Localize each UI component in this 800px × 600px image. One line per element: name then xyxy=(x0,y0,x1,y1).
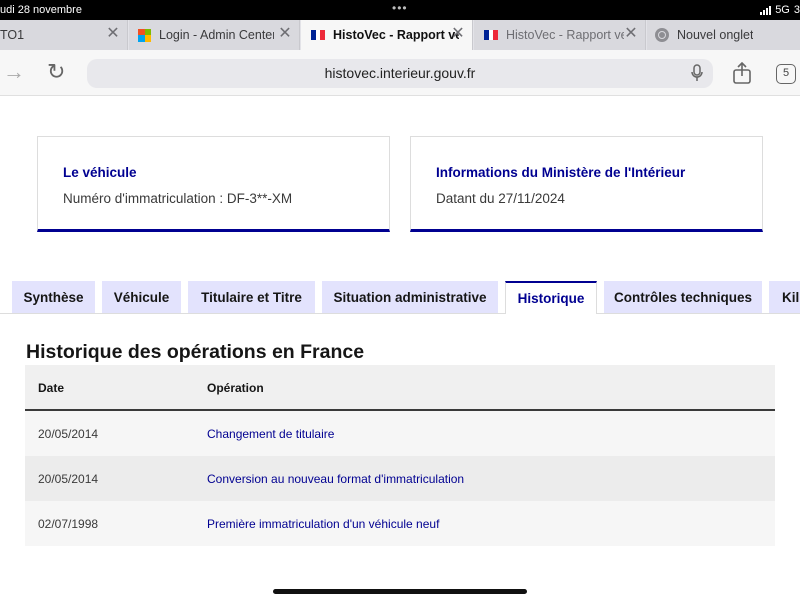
ministry-card: Informations du Ministère de l'Intérieur… xyxy=(410,136,763,232)
browser-tab-title: HistoVec - Rapport ve xyxy=(333,28,459,42)
close-tab-icon[interactable]: ✕ xyxy=(277,26,293,42)
row-date: 20/05/2014 xyxy=(38,427,99,441)
office-logo-icon xyxy=(138,28,151,42)
france-flag-icon xyxy=(311,30,326,40)
tab-vehicule[interactable]: Véhicule xyxy=(102,281,181,313)
close-tab-icon[interactable]: ✕ xyxy=(105,26,121,42)
page-content: Le véhicule Numéro d'immatriculation : D… xyxy=(0,96,800,600)
url-text: histovec.interieur.gouv.fr xyxy=(324,65,476,81)
column-header-date: Date xyxy=(38,381,65,395)
browser-toolbar: → ↻ histovec.interieur.gouv.fr 5 xyxy=(0,50,800,96)
tab-kilometrage[interactable]: Kil xyxy=(769,281,800,313)
france-flag-icon xyxy=(484,30,499,40)
tab-titulaire-titre[interactable]: Titulaire et Titre xyxy=(188,281,315,313)
status-bar: udi 28 novembre ••• 5G 3 xyxy=(0,0,800,20)
microphone-icon[interactable] xyxy=(691,64,703,87)
close-tab-icon[interactable]: ✕ xyxy=(623,26,639,42)
tab-controles-techniques[interactable]: Contrôles techniques xyxy=(604,281,762,313)
globe-icon xyxy=(655,28,669,42)
browser-tab-title: TO1 xyxy=(0,28,25,42)
share-icon[interactable] xyxy=(732,61,752,88)
browser-tab-active[interactable]: HistoVec - Rapport ve ✕ xyxy=(301,20,473,50)
home-indicator[interactable] xyxy=(273,589,527,594)
forward-arrow-icon[interactable]: → xyxy=(3,61,25,83)
multitasking-dots-icon[interactable]: ••• xyxy=(392,1,408,15)
column-header-operation: Opération xyxy=(207,381,264,395)
browser-tab-title: HistoVec - Rapport ve xyxy=(506,28,624,42)
address-bar[interactable]: histovec.interieur.gouv.fr xyxy=(87,59,713,88)
table-header: Date Opération xyxy=(25,365,775,411)
row-operation: Conversion au nouveau format d'immatricu… xyxy=(207,472,465,486)
row-operation: Première immatriculation d'un véhicule n… xyxy=(207,517,440,531)
battery-label: 3 xyxy=(793,4,800,16)
browser-tab-title: Login - Admin Center xyxy=(159,28,274,42)
browser-tab[interactable]: Nouvel onglet xyxy=(647,20,800,50)
close-tab-icon[interactable]: ✕ xyxy=(450,26,466,42)
browser-tab[interactable]: Login - Admin Center ✕ xyxy=(129,20,300,50)
table-row: 02/07/1998 Première immatriculation d'un… xyxy=(25,501,775,546)
tab-historique[interactable]: Historique xyxy=(505,281,597,314)
browser-tab-title: Nouvel onglet xyxy=(677,28,754,42)
tab-situation-administrative[interactable]: Situation administrative xyxy=(322,281,498,313)
registration-number: Numéro d'immatriculation : DF-3**-XM xyxy=(63,191,293,206)
vehicle-card: Le véhicule Numéro d'immatriculation : D… xyxy=(37,136,390,232)
ministry-card-heading: Informations du Ministère de l'Intérieur xyxy=(436,165,686,180)
row-date: 02/07/1998 xyxy=(38,517,99,531)
tab-overview-button[interactable]: 5 xyxy=(776,64,796,84)
browser-tab-bar: TO1 ✕ Login - Admin Center ✕ HistoVec - … xyxy=(0,20,800,50)
table-row: 20/05/2014 Conversion au nouveau format … xyxy=(25,456,775,501)
status-right: 5G 3 xyxy=(760,4,800,16)
reload-icon[interactable]: ↻ xyxy=(47,61,65,83)
network-label: 5G xyxy=(775,4,790,16)
section-title: Historique des opérations en France xyxy=(26,341,365,363)
tab-synthese[interactable]: Synthèse xyxy=(12,281,95,313)
table-row: 20/05/2014 Changement de titulaire xyxy=(25,411,775,456)
browser-tab[interactable]: HistoVec - Rapport ve ✕ xyxy=(474,20,646,50)
row-date: 20/05/2014 xyxy=(38,472,99,486)
report-date: Datant du 27/11/2024 xyxy=(436,191,565,206)
report-tabs: Synthèse Véhicule Titulaire et Titre Sit… xyxy=(0,281,800,314)
row-operation: Changement de titulaire xyxy=(207,427,335,441)
browser-tab[interactable]: TO1 ✕ xyxy=(0,20,128,50)
status-date: udi 28 novembre xyxy=(0,4,82,16)
vehicle-card-heading: Le véhicule xyxy=(63,165,137,180)
history-table: Date Opération 20/05/2014 Changement de … xyxy=(25,365,775,546)
signal-icon xyxy=(760,5,772,15)
